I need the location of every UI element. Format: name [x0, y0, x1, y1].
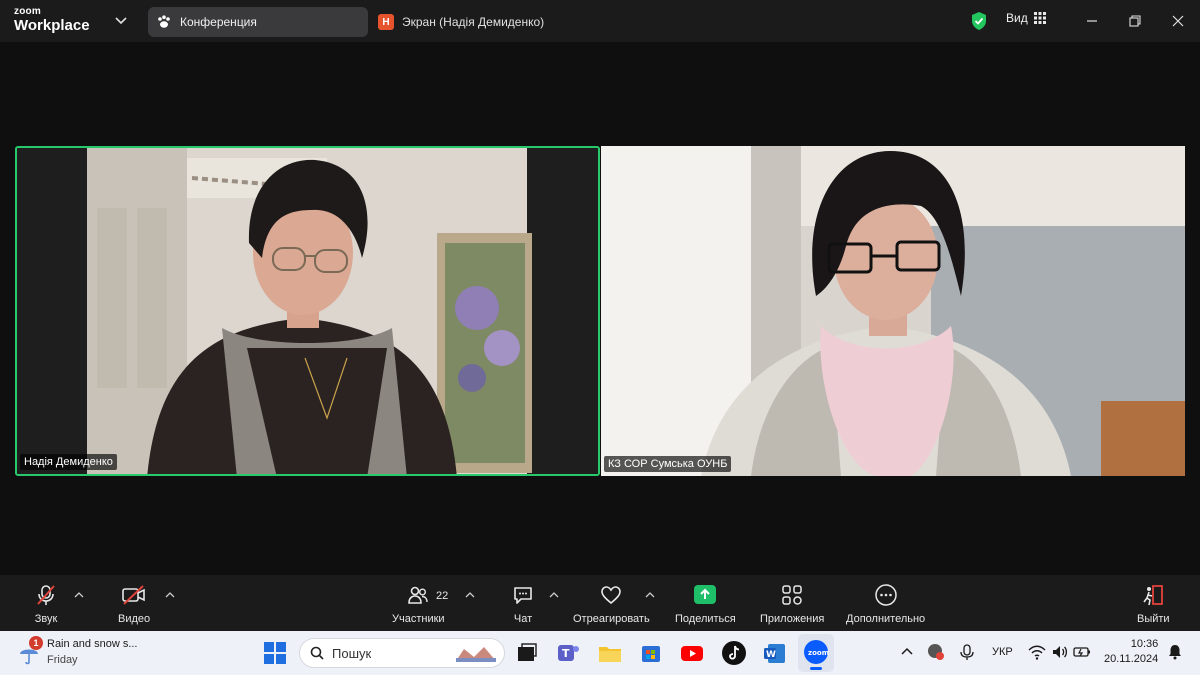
chevron-down-icon[interactable] [113, 12, 129, 28]
clock-time: 10:36 [1130, 638, 1159, 650]
heart-icon [601, 586, 622, 605]
battery-icon[interactable] [1073, 643, 1091, 661]
microsoft-store-icon[interactable] [638, 640, 664, 666]
chat-label: Чат [513, 613, 533, 625]
sharer-badge: Н [378, 14, 394, 30]
share-label: Поделиться [675, 613, 736, 625]
chevron-up-icon[interactable] [898, 643, 916, 661]
share-screen-button[interactable]: Поделиться [675, 583, 736, 625]
participants-label: Участники [392, 613, 445, 625]
paw-icon [158, 15, 170, 28]
audio-label: Звук [34, 613, 58, 625]
notification-badge: 1 [29, 636, 43, 650]
participant-video-feed [17, 148, 598, 474]
chat-options-caret-icon[interactable] [549, 591, 559, 599]
participant-name-tag: Надія Демиденко [20, 454, 117, 470]
chat-icon [514, 587, 532, 604]
youtube-icon[interactable] [679, 640, 705, 666]
apps-label: Приложения [760, 613, 825, 625]
minimize-button[interactable] [1081, 10, 1103, 32]
audio-button[interactable]: Звук [34, 583, 58, 625]
react-button[interactable]: Отреагировать [573, 583, 650, 625]
leave-icon [1143, 585, 1164, 606]
more-button[interactable]: Дополнительно [846, 583, 925, 625]
close-button[interactable] [1167, 10, 1189, 32]
teams-icon[interactable]: T [555, 640, 581, 666]
video-tile-participant[interactable]: КЗ СОР Сумська ОУНБ [601, 146, 1185, 476]
word-icon[interactable]: W [762, 640, 788, 666]
react-label: Отреагировать [573, 613, 650, 625]
minimize-icon [1087, 20, 1097, 22]
close-icon [1172, 15, 1184, 27]
participants-options-caret-icon[interactable] [465, 591, 475, 599]
view-button[interactable]: Вид [1006, 11, 1046, 25]
apps-icon [782, 585, 802, 605]
chat-button[interactable]: Чат [511, 583, 535, 625]
leave-button[interactable]: Выйти [1137, 583, 1170, 625]
title-bar: zoom Workplace Конференция Н Экран (Наді… [0, 0, 1200, 42]
weather-day: Friday [47, 654, 78, 666]
video-tile-active-speaker[interactable]: Надія Демиденко [15, 146, 600, 476]
wifi-icon[interactable] [1028, 643, 1046, 661]
clock-date: 20.11.2024 [1104, 653, 1159, 665]
apps-button[interactable]: Приложения [760, 583, 824, 625]
svg-text:W: W [766, 650, 776, 660]
language-indicator[interactable]: УКР [992, 646, 1013, 658]
video-label: Видео [118, 613, 151, 625]
react-options-caret-icon[interactable] [645, 591, 655, 599]
video-button[interactable]: Видео [118, 583, 150, 625]
leave-label: Выйти [1137, 613, 1170, 625]
weather-text: Rain and snow s... [47, 638, 138, 650]
participant-name-tag: КЗ СОР Сумська ОУНБ [604, 456, 732, 472]
weather-widget[interactable]: 1 Rain and snow s... Friday [18, 636, 178, 669]
participant-video-feed [601, 146, 1185, 476]
logo-line1: zoom [14, 6, 41, 17]
windows-start-icon[interactable] [264, 642, 286, 664]
volume-icon[interactable] [1051, 643, 1069, 661]
microphone-tray-icon[interactable] [958, 643, 976, 661]
search-placeholder: Пошук [332, 645, 372, 661]
tiktok-icon[interactable] [721, 640, 747, 666]
notification-bell-icon[interactable] [1166, 643, 1184, 661]
video-options-caret-icon[interactable] [165, 591, 175, 599]
share-screen-icon [694, 585, 717, 604]
zoom-taskbar-button[interactable]: zoom [798, 634, 834, 672]
active-app-indicator [810, 667, 822, 670]
zoom-app-icon: zoom [804, 640, 829, 664]
more-icon [874, 584, 897, 606]
tab-screen-share[interactable]: Н Экран (Надія Демиденко) [378, 7, 544, 37]
restore-icon [1129, 15, 1141, 27]
security-shield-icon[interactable] [970, 11, 988, 31]
search-highlight-icon [456, 647, 496, 662]
tab-screen-share-label: Экран (Надія Демиденко) [402, 15, 545, 29]
svg-text:T: T [562, 647, 570, 660]
logo-line2: Workplace [14, 17, 90, 34]
taskbar-search-input[interactable]: Пошук [299, 638, 505, 668]
restore-button[interactable] [1124, 10, 1146, 32]
svg-text:zoom: zoom [808, 649, 829, 657]
microphone-muted-icon [37, 585, 55, 605]
tab-conference-label: Конференция [180, 15, 257, 29]
view-label: Вид [1006, 11, 1028, 25]
participants-count: 22 [436, 590, 449, 602]
participants-icon [408, 586, 428, 604]
more-label: Дополнительно [846, 613, 926, 625]
search-icon [310, 646, 324, 660]
system-clock[interactable]: 10:36 20.11.2024 [1104, 637, 1158, 667]
camera-off-icon [122, 585, 145, 605]
zoom-tray-icon[interactable] [927, 643, 945, 661]
tab-conference[interactable]: Конференция [148, 7, 368, 37]
task-view-icon[interactable] [514, 640, 540, 666]
file-explorer-icon[interactable] [597, 640, 623, 666]
grid-icon [1033, 12, 1046, 24]
zoom-workplace-logo: zoom Workplace [14, 6, 90, 34]
audio-options-caret-icon[interactable] [74, 591, 84, 599]
windows-taskbar: 1 Rain and snow s... Friday Пошук T W zo… [0, 631, 1200, 675]
